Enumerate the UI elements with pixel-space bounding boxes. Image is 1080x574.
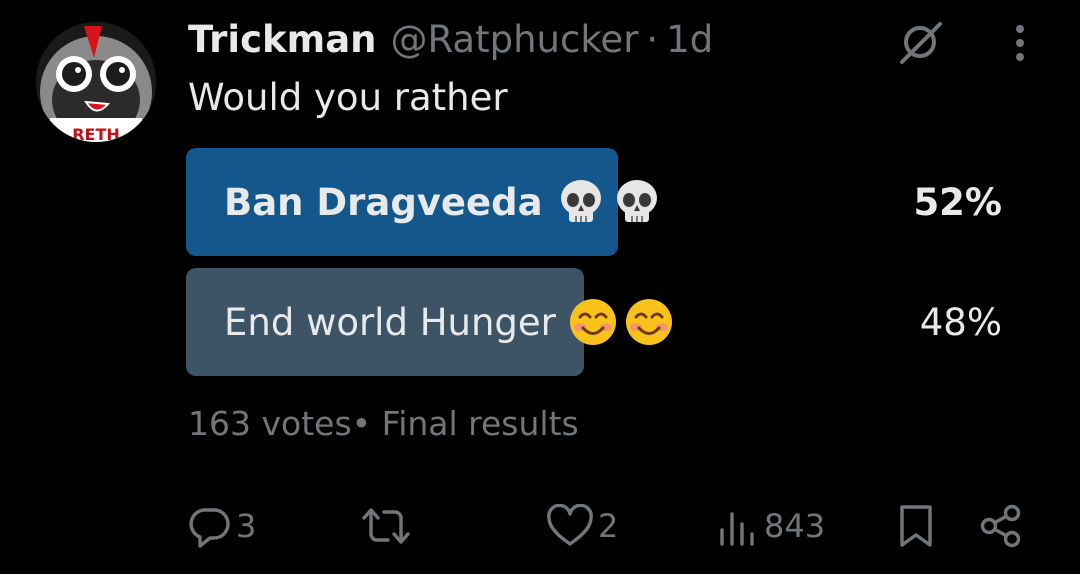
separator: · — [646, 17, 659, 61]
poll-option-1[interactable]: Ban Dragveeda 52% — [186, 148, 1016, 256]
smiling-face-emoji-icon — [569, 299, 672, 345]
poll-meta-separator: • — [351, 404, 382, 443]
poll-option-text: End world Hunger — [224, 300, 556, 344]
share-button[interactable] — [978, 500, 1024, 552]
tweet-header: Trickman @Ratphucker · 1d — [188, 14, 713, 64]
repost-icon — [362, 508, 410, 544]
timestamp[interactable]: 1d — [666, 18, 713, 61]
avatar-image: RETH — [36, 22, 156, 142]
more-button[interactable] — [1000, 18, 1040, 68]
bookmark-button[interactable] — [896, 500, 936, 552]
avatar[interactable]: RETH — [36, 22, 156, 142]
reply-icon — [189, 508, 230, 548]
poll-percent: 52% — [913, 180, 1002, 224]
skull-emoji-icon — [560, 180, 657, 222]
grok-icon — [900, 22, 942, 64]
reply-count: 3 — [236, 507, 257, 545]
poll-option-label: End world Hunger — [224, 268, 676, 376]
views-count: 843 — [764, 507, 826, 545]
views-button[interactable]: 843 — [716, 500, 825, 552]
poll-option-text: Ban Dragveeda — [224, 180, 543, 224]
bookmark-icon — [900, 505, 932, 547]
display-name[interactable]: Trickman — [188, 18, 377, 61]
reply-button[interactable]: 3 — [188, 500, 256, 552]
like-button[interactable]: 2 — [546, 500, 618, 552]
poll-percent: 48% — [919, 300, 1002, 344]
like-count: 2 — [598, 507, 619, 545]
heart-icon — [547, 504, 593, 546]
share-icon — [980, 504, 1021, 548]
repost-button[interactable] — [360, 500, 416, 552]
poll-vote-count: 163 votes — [188, 404, 352, 443]
user-handle[interactable]: @Ratphucker — [391, 18, 639, 61]
poll-status: Final results — [381, 404, 579, 443]
views-icon — [720, 512, 754, 546]
tweet-text: Would you rather — [188, 76, 508, 119]
poll-option-2[interactable]: End world Hunger 48% — [186, 268, 1016, 376]
poll-option-label: Ban Dragveeda — [224, 148, 661, 256]
grok-button[interactable] — [892, 14, 948, 70]
more-icon — [1016, 25, 1024, 61]
poll-summary: 163 votes• Final results — [188, 404, 579, 443]
avatar-lettering: RETH — [72, 125, 120, 142]
